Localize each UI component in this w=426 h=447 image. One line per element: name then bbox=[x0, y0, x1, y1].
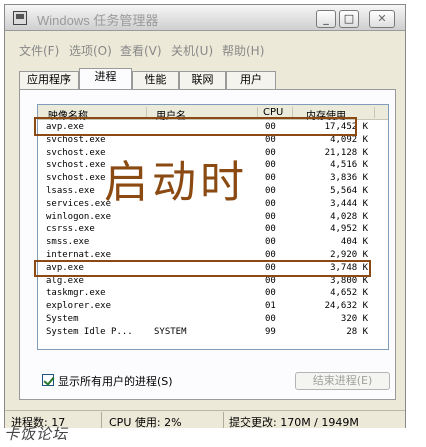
process-name: System Idle P... bbox=[46, 326, 133, 337]
process-cpu: 00 bbox=[265, 275, 276, 286]
process-name: explorer.exe bbox=[46, 301, 112, 312]
process-name: svchost.exe bbox=[46, 160, 106, 171]
process-name: services.exe bbox=[46, 198, 112, 209]
process-name: taskmgr.exe bbox=[46, 288, 106, 299]
process-row[interactable]: alg.exe 00 3,800 K bbox=[38, 276, 388, 289]
menu-options[interactable]: 选项(O) bbox=[69, 42, 112, 59]
process-cpu: 00 bbox=[265, 198, 276, 209]
column-divider[interactable] bbox=[374, 107, 375, 118]
process-name: svchost.exe bbox=[46, 173, 106, 184]
process-cpu: 00 bbox=[265, 147, 276, 158]
process-memory: 21,128 K bbox=[324, 147, 368, 158]
process-cpu: 00 bbox=[265, 237, 276, 248]
process-row[interactable]: System Idle P... SYSTEM 99 28 K bbox=[38, 327, 388, 340]
highlight-box bbox=[34, 260, 371, 277]
status-divider bbox=[101, 412, 102, 428]
process-cpu: 99 bbox=[265, 326, 276, 337]
process-name: internat.exe bbox=[46, 250, 112, 260]
process-memory: 3,836 K bbox=[330, 173, 368, 184]
process-cpu: 00 bbox=[265, 173, 276, 184]
process-name: System bbox=[46, 314, 79, 324]
process-cpu: 00 bbox=[265, 134, 276, 145]
process-list[interactable]: 映像名称 用户名 CPU 内存使用 avp.exe 00 17,452 Ksvcho… bbox=[37, 104, 389, 350]
process-name: csrss.exe bbox=[46, 224, 95, 235]
process-memory: 3,444 K bbox=[330, 198, 368, 209]
minimize-button[interactable]: _ bbox=[316, 10, 336, 28]
status-commit-charge: 提交更改: 170M / 1949M bbox=[229, 416, 359, 429]
menu-view[interactable]: 查看(V) bbox=[120, 42, 162, 59]
process-memory: 28 K bbox=[346, 326, 368, 337]
menu-help[interactable]: 帮助(H) bbox=[222, 42, 264, 59]
process-row[interactable]: smss.exe 00 404 K bbox=[38, 237, 388, 250]
tab-performance[interactable]: 性能 bbox=[132, 71, 179, 89]
annotation-text: 启动时 bbox=[104, 157, 248, 208]
process-name: winlogon.exe bbox=[46, 211, 112, 222]
highlight-box bbox=[34, 117, 357, 136]
window-title: Windows 任务管理器 bbox=[37, 13, 159, 28]
menu-file[interactable]: 文件(F) bbox=[19, 42, 59, 59]
status-cpu-usage: CPU 使用: 2% bbox=[109, 416, 182, 429]
task-manager-window: Windows 任务管理器 _ □ ✕ 文件(F) 选项(O) 查看(V) 关机… bbox=[4, 4, 406, 429]
process-cpu: 00 bbox=[265, 314, 276, 324]
process-cpu: 00 bbox=[265, 224, 276, 235]
tab-processes[interactable]: 进程 bbox=[79, 68, 132, 89]
process-cpu: 00 bbox=[265, 211, 276, 222]
forum-watermark: 卡饭论坛 bbox=[4, 425, 69, 443]
checkbox-check-icon[interactable] bbox=[42, 374, 54, 386]
process-name: lsass.exe bbox=[46, 186, 95, 196]
process-name: svchost.exe bbox=[46, 134, 106, 145]
menu-bar: 文件(F) 选项(O) 查看(V) 关机(U) 帮助(H) bbox=[5, 40, 405, 58]
process-row[interactable]: taskmgr.exe 00 4,652 K bbox=[38, 288, 388, 301]
process-cpu: 01 bbox=[265, 301, 276, 312]
process-cpu: 00 bbox=[265, 250, 276, 260]
process-memory: 4,952 K bbox=[330, 224, 368, 235]
process-row[interactable]: winlogon.exe 00 4,028 K bbox=[38, 212, 388, 225]
tab-applications[interactable]: 应用程序 bbox=[19, 71, 79, 89]
status-divider bbox=[223, 412, 224, 428]
process-memory: 404 K bbox=[340, 237, 368, 248]
process-memory: 320 K bbox=[340, 314, 368, 324]
maximize-button[interactable]: □ bbox=[339, 10, 359, 28]
show-all-users-label: 显示所有用户的进程(S) bbox=[58, 375, 173, 388]
process-cpu: 00 bbox=[265, 186, 276, 196]
process-user: SYSTEM bbox=[154, 326, 187, 337]
task-manager-icon bbox=[13, 11, 27, 25]
process-row[interactable]: explorer.exe 01 24,632 K bbox=[38, 301, 388, 314]
process-name: smss.exe bbox=[46, 237, 90, 248]
process-memory: 5,564 K bbox=[330, 186, 368, 196]
process-memory: 4,028 K bbox=[330, 211, 368, 222]
process-name: svchost.exe bbox=[46, 147, 106, 158]
process-cpu: 00 bbox=[265, 160, 276, 171]
process-memory: 4,652 K bbox=[330, 288, 368, 299]
close-button[interactable]: ✕ bbox=[369, 10, 395, 28]
process-memory: 4,092 K bbox=[330, 134, 368, 145]
menu-shutdown[interactable]: 关机(U) bbox=[171, 42, 213, 59]
end-process-button[interactable]: 结束进程(E) bbox=[295, 372, 390, 390]
process-memory: 2,920 K bbox=[330, 250, 368, 260]
process-cpu: 00 bbox=[265, 288, 276, 299]
tab-users[interactable]: 用户 bbox=[226, 71, 276, 89]
process-name: alg.exe bbox=[46, 275, 84, 286]
process-row[interactable]: System 00 320 K bbox=[38, 314, 388, 327]
process-memory: 3,800 K bbox=[330, 275, 368, 286]
process-memory: 4,516 K bbox=[330, 160, 368, 171]
process-memory: 24,632 K bbox=[324, 301, 368, 312]
process-row[interactable]: csrss.exe 00 4,952 K bbox=[38, 224, 388, 237]
title-bar[interactable]: Windows 任务管理器 _ □ ✕ bbox=[5, 5, 405, 31]
tab-networking[interactable]: 联网 bbox=[179, 71, 226, 89]
